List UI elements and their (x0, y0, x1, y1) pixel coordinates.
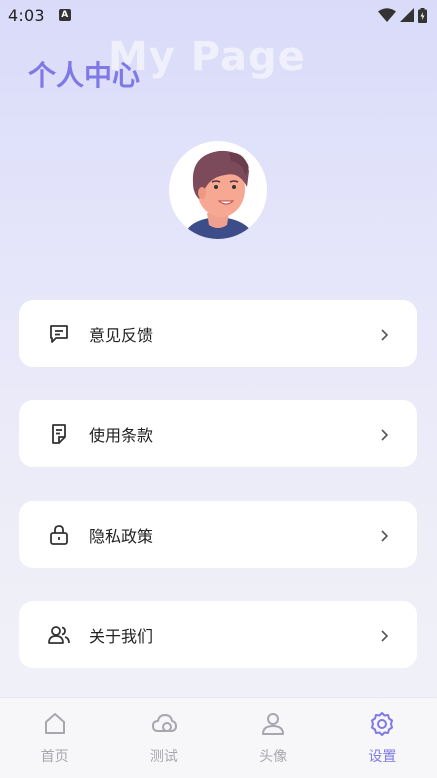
tab-test[interactable]: 测试 (109, 698, 218, 778)
menu-item-label: 关于我们 (89, 626, 154, 646)
cloud-icon (151, 714, 177, 732)
tab-label: 头像 (259, 749, 288, 765)
tab-label: 首页 (40, 749, 69, 765)
signal-icon (400, 8, 414, 22)
tab-avatar[interactable]: 头像 (219, 698, 328, 778)
tab-label: 设置 (368, 749, 397, 765)
page-title: 个人中心 (28, 59, 141, 92)
chevron-right-icon (377, 427, 391, 441)
chevron-right-icon (377, 528, 391, 542)
tab-settings[interactable]: 设置 (328, 698, 437, 778)
chevron-right-icon (377, 628, 391, 642)
people-icon (47, 623, 71, 647)
menu-item-label: 意见反馈 (89, 325, 154, 345)
menu-item-privacy[interactable]: 隐私政策 (19, 501, 417, 568)
lock-icon (47, 523, 71, 547)
user-icon (262, 713, 285, 735)
header: My Page 个人中心 (28, 32, 328, 102)
bottom-tab-bar: 首页 测试 头像 设置 (0, 697, 437, 778)
gear-icon (371, 712, 394, 736)
menu-item-label: 使用条款 (89, 425, 154, 445)
notification-badge: A (58, 9, 71, 21)
document-icon (47, 422, 71, 446)
menu-item-terms[interactable]: 使用条款 (19, 400, 417, 467)
menu-item-about[interactable]: 关于我们 (19, 601, 417, 668)
menu-item-feedback[interactable]: 意见反馈 (19, 300, 417, 367)
avatar-illustration (183, 150, 255, 239)
avatar[interactable] (169, 141, 267, 239)
status-icons (378, 7, 427, 23)
tab-home[interactable]: 首页 (0, 698, 109, 778)
status-bar: 4:03 A (0, 0, 437, 30)
chevron-right-icon (377, 327, 391, 341)
status-time: 4:03 (8, 5, 45, 25)
menu-item-label: 隐私政策 (89, 526, 154, 546)
home-icon (44, 713, 65, 734)
message-icon (47, 322, 71, 346)
battery-icon (418, 7, 427, 23)
wifi-icon (378, 8, 396, 22)
tab-label: 测试 (149, 749, 178, 765)
